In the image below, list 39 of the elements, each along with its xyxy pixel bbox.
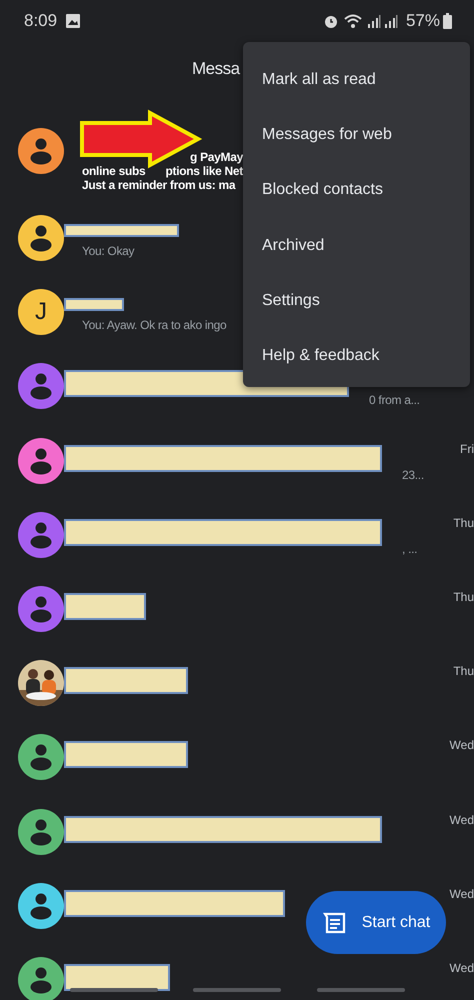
signal-icon xyxy=(366,14,381,28)
message-time: Wed xyxy=(450,960,474,977)
contact-avatar: J xyxy=(18,289,64,336)
message-preview: ptions like Net xyxy=(165,164,243,178)
wifi-icon xyxy=(344,13,364,29)
message-preview: You: Ayaw. Ok ra to ako ingo xyxy=(82,318,226,332)
message-preview: g PayMay xyxy=(190,150,243,164)
battery-level: 57% xyxy=(406,10,440,32)
message-time: Fri xyxy=(460,440,474,458)
app-title: Messa xyxy=(192,59,240,78)
message-preview: 0 from a... xyxy=(369,393,420,408)
message-time: Wed xyxy=(450,737,474,754)
message-preview: online subs xyxy=(82,164,146,178)
alarm-icon xyxy=(322,13,339,29)
message-time: Thu xyxy=(453,663,474,680)
image-icon xyxy=(65,13,82,29)
message-preview: You: Okay xyxy=(82,244,134,258)
message-preview: , ... xyxy=(402,542,418,556)
menu-item[interactable]: Mark all as read xyxy=(243,52,470,108)
message-time: Wed xyxy=(450,886,474,903)
navigation-button[interactable] xyxy=(193,988,281,992)
navigation-button[interactable] xyxy=(317,988,405,992)
status-time: 8:09 xyxy=(24,10,58,32)
start-chat-button[interactable]: Start chat xyxy=(306,891,446,954)
menu-item[interactable]: Help & feedback xyxy=(243,328,470,384)
battery-icon xyxy=(443,13,452,29)
chat-icon xyxy=(322,912,346,934)
navigation-button[interactable] xyxy=(70,988,158,992)
message-time: Thu xyxy=(453,514,474,532)
message-preview: 23... xyxy=(402,468,424,482)
message-time: Wed xyxy=(450,812,474,828)
redaction-box xyxy=(64,298,124,312)
menu-item[interactable]: Archived xyxy=(243,218,470,274)
signal-icon xyxy=(384,14,398,28)
menu-item[interactable]: Blocked contacts xyxy=(243,162,470,218)
menu-item[interactable]: Settings xyxy=(243,273,470,328)
message-time: Thu xyxy=(453,588,474,606)
menu-item[interactable]: Messages for web xyxy=(243,107,470,163)
message-preview: Just a reminder from us: ma xyxy=(82,178,236,192)
